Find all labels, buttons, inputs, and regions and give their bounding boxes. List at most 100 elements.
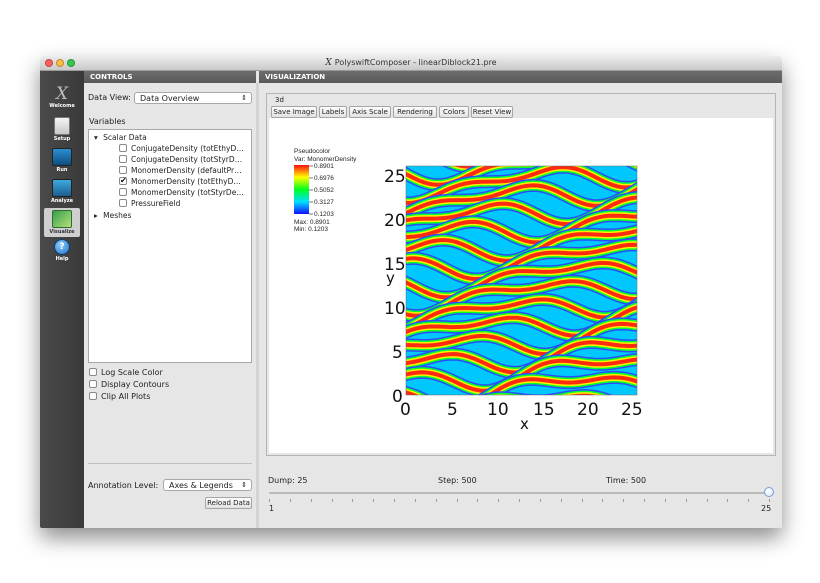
tree-item[interactable]: MonomerDensity (totEthyD… <box>119 175 241 187</box>
window-logo-icon: X <box>325 58 332 68</box>
tree-item-label: ConjugateDensity (totStyrD… <box>131 155 243 164</box>
slider-tick <box>373 499 375 502</box>
slider-tick <box>352 499 354 502</box>
legend-tick: 0.1203 <box>314 211 334 218</box>
module-toolbar: X Welcome Setup Run Analyze Visualize ? … <box>40 71 84 528</box>
field-stripe <box>401 118 641 148</box>
field-stripe <box>401 118 641 148</box>
colors-button[interactable]: Colors <box>439 106 469 118</box>
slider-max-label: 25 <box>761 504 772 513</box>
checkbox[interactable] <box>119 166 127 174</box>
slider-tick <box>269 499 270 502</box>
tree-item-label: MonomerDensity (totEthyD… <box>131 177 241 186</box>
x-tick: 20 <box>577 400 599 420</box>
toolbar-run[interactable]: Run <box>44 148 80 173</box>
slider-tick <box>706 499 708 502</box>
meshes-label: Meshes <box>103 211 132 220</box>
toolbar-help[interactable]: ? Help <box>44 239 80 262</box>
x-tick: 25 <box>621 400 643 420</box>
field-stripe <box>401 118 641 148</box>
render-canvas[interactable]: Pseudocolor Var: MonomerDensity 0.8901 0… <box>269 118 773 453</box>
annotation-level-select[interactable]: Axes & Legends ⇕ <box>163 479 252 491</box>
y-tick: 0 <box>392 387 403 407</box>
toolbar-welcome[interactable]: X Welcome <box>44 84 80 110</box>
expand-triangle-icon[interactable]: ▾ <box>94 133 98 142</box>
setup-icon <box>54 117 70 135</box>
reset-view-button[interactable]: Reset View <box>471 106 513 118</box>
toolbar-analyze[interactable]: Analyze <box>44 179 80 204</box>
pseudocolor-field <box>401 118 641 395</box>
analyze-icon <box>52 179 72 197</box>
tab-3d[interactable]: 3d <box>275 96 284 104</box>
toolbar-label: Welcome <box>49 103 75 109</box>
legend-tick: 0.8901 <box>314 163 334 170</box>
checkbox[interactable] <box>119 144 127 152</box>
time-controls: Dump: 25 Step: 500 Time: 500 1 25 <box>259 473 782 528</box>
meshes-group[interactable]: ▸ Meshes <box>94 210 131 221</box>
save-image-button[interactable]: Save Image <box>271 106 317 118</box>
checkbox[interactable] <box>89 380 97 388</box>
scalar-data-group[interactable]: ▾ Scalar Data <box>94 132 147 143</box>
collapse-triangle-icon[interactable]: ▸ <box>94 211 98 220</box>
axis-scale-button[interactable]: Axis Scale <box>349 106 391 118</box>
data-view-label: Data View: <box>88 93 131 102</box>
toolbar-label: Run <box>56 167 68 173</box>
data-view-select[interactable]: Data Overview ⇕ <box>134 92 252 104</box>
tree-item[interactable]: MonomerDensity (defaultPr… <box>119 165 242 176</box>
tree-item-label: MonomerDensity (defaultPr… <box>131 166 242 175</box>
checkbox[interactable] <box>89 392 97 400</box>
select-arrows-icon: ⇕ <box>241 94 247 102</box>
toolbar-visualize[interactable]: Visualize <box>44 208 80 237</box>
slider-tick <box>685 499 687 502</box>
x-tick: 15 <box>533 400 555 420</box>
display-contours-option[interactable]: Display Contours <box>89 380 169 389</box>
x-logo-icon: X <box>55 84 69 104</box>
tree-item[interactable]: ConjugateDensity (totStyrD… <box>119 154 242 165</box>
y-axis-label: y <box>386 269 395 287</box>
checkbox[interactable] <box>89 368 97 376</box>
slider-tick <box>602 499 604 502</box>
legend-max: Max: 0.8901 <box>294 219 330 226</box>
field-stripe <box>449 166 488 171</box>
toolbar-setup[interactable]: Setup <box>44 117 80 142</box>
run-icon <box>52 148 72 166</box>
rendering-button[interactable]: Rendering <box>393 106 437 118</box>
tree-item[interactable]: MonomerDensity (totStyrDe… <box>119 187 244 198</box>
tree-item-label: MonomerDensity (totStyrDe… <box>131 188 244 197</box>
controls-header: CONTROLS <box>84 71 256 83</box>
y-tick: 5 <box>392 343 403 363</box>
tree-item[interactable]: PressureField <box>119 198 180 209</box>
field-stripe <box>401 118 641 148</box>
tree-item[interactable]: ConjugateDensity (totEthyD… <box>119 143 244 154</box>
y-tick: 25 <box>384 167 406 187</box>
option-label: Display Contours <box>101 380 170 389</box>
reload-data-button[interactable]: Reload Data <box>205 497 252 509</box>
log-scale-option[interactable]: Log Scale Color <box>89 368 163 377</box>
title-bar: X PolyswiftComposer - linearDiblock21.pre <box>40 56 782 71</box>
slider-track[interactable] <box>269 492 769 494</box>
visualization-header: VISUALIZATION <box>259 71 782 83</box>
slider-tick <box>289 499 291 502</box>
help-icon: ? <box>54 239 70 255</box>
y-tick: 20 <box>384 211 406 231</box>
checkbox[interactable] <box>119 188 127 196</box>
slider-ticks <box>269 499 770 503</box>
legend-title: Pseudocolor <box>294 148 331 155</box>
legend-tick: 0.5052 <box>314 187 334 194</box>
labels-button[interactable]: Labels <box>319 106 347 118</box>
slider-tick <box>519 499 520 502</box>
slider-knob[interactable] <box>764 487 774 497</box>
checkbox-checked[interactable] <box>119 175 127 186</box>
toolbar-label: Visualize <box>49 229 75 235</box>
visualization-panel: 3d Save Image Labels Axis Scale Renderin… <box>259 83 782 528</box>
toolbar-label: Help <box>55 256 69 262</box>
slider-tick <box>644 499 645 502</box>
clip-all-plots-option[interactable]: Clip All Plots <box>89 392 150 401</box>
checkbox[interactable] <box>119 199 127 207</box>
checkbox[interactable] <box>119 155 127 163</box>
slider-tick <box>435 499 437 502</box>
slider-tick <box>539 499 541 502</box>
field-stripe <box>441 166 496 174</box>
viz-tab-frame: 3d Save Image Labels Axis Scale Renderin… <box>266 93 776 456</box>
variables-label: Variables <box>89 117 126 126</box>
